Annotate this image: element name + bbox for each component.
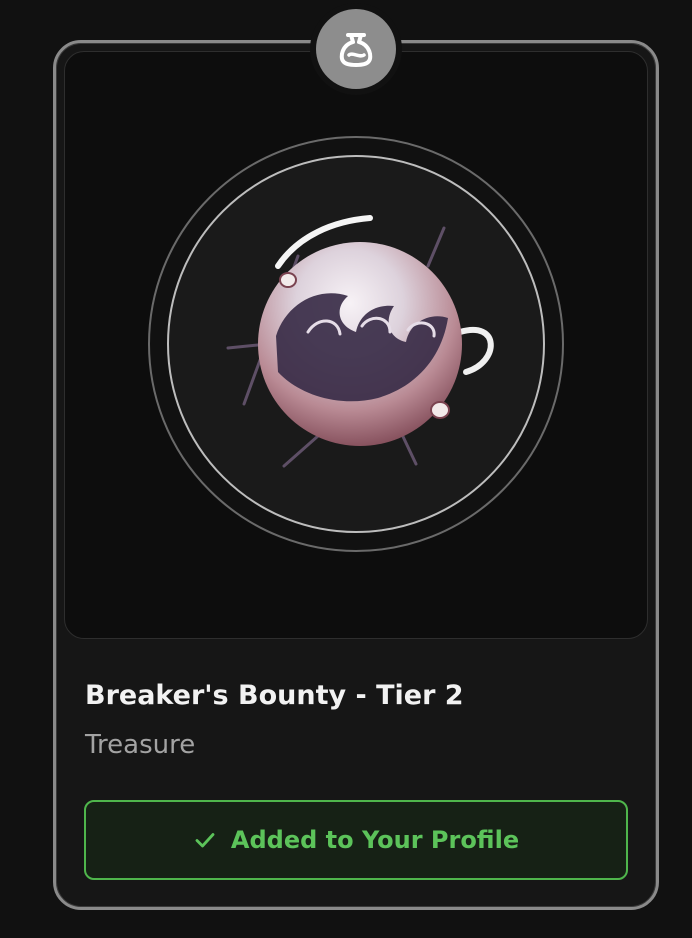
item-title: Breaker's Bounty - Tier 2 (85, 680, 464, 711)
check-icon (195, 833, 215, 848)
category-badge (316, 9, 396, 89)
item-reward-view: Breaker's Bounty - Tier 2 Treasure Added… (0, 0, 692, 938)
added-to-profile-button[interactable]: Added to Your Profile (84, 800, 628, 880)
item-category: Treasure (85, 730, 196, 760)
added-to-profile-label: Added to Your Profile (230, 826, 520, 854)
pouch-icon (339, 33, 373, 67)
orb-icon (148, 136, 564, 552)
